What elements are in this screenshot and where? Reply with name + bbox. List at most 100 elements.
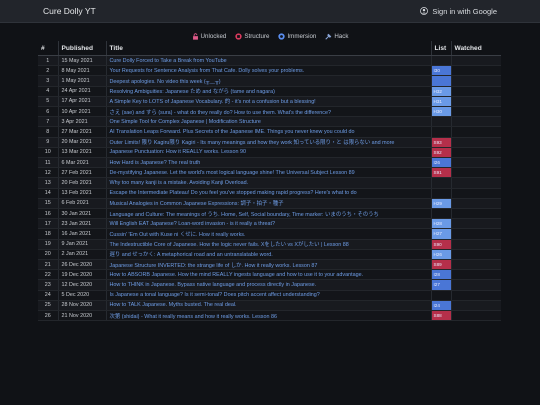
- table-row[interactable]: 4 24 Apr 2021 Resolving Ambiguities: Japan…: [38, 86, 501, 97]
- table-row[interactable]: 21 26 Dec 2020 Japanese Structure INVERTED…: [38, 259, 501, 271]
- table-row[interactable]: 12 27 Feb 2021 De-mystifying Japanese. Let…: [38, 167, 501, 179]
- row-title-link[interactable]: Is Japanese a tonal language? Is it semi…: [106, 290, 432, 301]
- row-title-link[interactable]: Escape the Intermediate Plateau! Do you …: [106, 188, 432, 199]
- sign-in-button[interactable]: Sign in with Google: [420, 7, 497, 16]
- row-watched-cell[interactable]: [451, 106, 501, 118]
- row-watched-cell[interactable]: [451, 279, 501, 291]
- row-title-link[interactable]: さえ (sae) and すら (sura) - what do they re…: [106, 106, 432, 118]
- list-badge[interactable]: S93: [431, 137, 450, 147]
- row-watched-cell[interactable]: [451, 177, 501, 189]
- row-watched-cell[interactable]: [451, 228, 501, 240]
- row-title-link[interactable]: Musical Analogies in Common Japanese Exp…: [106, 198, 432, 209]
- row-watched-cell[interactable]: [451, 188, 501, 199]
- table-row[interactable]: 15 6 Feb 2021 Musical Analogies in Common …: [38, 198, 501, 209]
- row-watched-cell[interactable]: [451, 167, 501, 179]
- table-row[interactable]: 16 30 Jan 2021 Language and Culture: The m…: [38, 208, 501, 220]
- row-watched-cell[interactable]: [451, 259, 501, 271]
- list-badge[interactable]: H28: [431, 219, 450, 228]
- row-title-link[interactable]: Will English EAT Japanese? Loan-word inv…: [106, 218, 432, 230]
- row-title-link[interactable]: Cure Dolly Forced to Take a Break from Y…: [106, 55, 432, 67]
- row-title-link[interactable]: Outer Limits! 限り Kagiru限り Kagiri - Its m…: [106, 137, 432, 148]
- row-watched-cell[interactable]: [451, 96, 501, 107]
- table-row[interactable]: 24 5 Dec 2020 Is Japanese a tonal language…: [38, 290, 501, 301]
- row-watched-cell[interactable]: [451, 137, 501, 148]
- table-row[interactable]: 8 27 Mar 2021 AI Translation Leaps Forward…: [38, 126, 501, 138]
- row-title-link[interactable]: Resolving Ambiguities: Japanese ため and な…: [106, 86, 432, 97]
- row-title-link[interactable]: Deepest apologies. No video this week (╥…: [106, 75, 432, 87]
- table-row[interactable]: 22 19 Dec 2020 How to ABSORB Japanese. How…: [38, 269, 501, 281]
- col-header-list[interactable]: List: [431, 41, 452, 56]
- row-watched-cell[interactable]: [451, 269, 501, 281]
- list-badge[interactable]: H26: [431, 249, 450, 259]
- row-title-link[interactable]: The Indestructible Core of Japanese. How…: [106, 239, 432, 250]
- table-row[interactable]: 28 May 2021 Your Requests for Sentence An…: [38, 65, 501, 77]
- row-title-link[interactable]: A Simple Key to LOTS of Japanese Vocabul…: [106, 96, 432, 107]
- row-watched-cell[interactable]: [451, 300, 501, 311]
- list-badge[interactable]: S92: [431, 147, 450, 157]
- row-title-link[interactable]: How Hard is Japanese? The real truth: [106, 157, 432, 169]
- col-header-published[interactable]: Published: [58, 41, 107, 56]
- row-watched-cell[interactable]: [451, 208, 501, 220]
- table-row[interactable]: 9 20 Mar 2021 Outer Limits! 限り Kagiru限り Ka…: [38, 137, 501, 148]
- legend-structure[interactable]: Structure: [235, 33, 269, 40]
- table-row[interactable]: 10 13 Mar 2021 Japanese Punctuation: How i…: [38, 147, 501, 158]
- list-badge[interactable]: H31: [431, 96, 450, 106]
- table-row[interactable]: 17 23 Jan 2021 Will English EAT Japanese? …: [38, 218, 501, 230]
- row-title-link[interactable]: AI Translation Leaps Forward. Plus Secre…: [106, 126, 432, 138]
- list-badge[interactable]: H27: [431, 229, 450, 239]
- row-watched-cell[interactable]: [451, 198, 501, 209]
- table-row[interactable]: 5 17 Apr 2021 A Simple Key to LOTS of Japa…: [38, 96, 501, 107]
- row-title-link[interactable]: Cussin' 'Em Out with Kuse ni くせに. How it…: [106, 228, 432, 240]
- table-row[interactable]: 11 6 Mar 2021 How Hard is Japanese? The re…: [38, 157, 501, 169]
- row-title-link[interactable]: Language and Culture: The meanings of うち…: [106, 208, 432, 220]
- list-badge[interactable]: S88: [431, 310, 450, 320]
- row-title-link[interactable]: One Simple Tool for Complex Japanese | M…: [106, 116, 432, 128]
- row-title-link[interactable]: How to ABSORB Japanese. How the mind REA…: [106, 269, 432, 281]
- col-header-number[interactable]: #: [38, 41, 59, 56]
- col-header-watched[interactable]: Watched: [451, 41, 501, 56]
- list-badge[interactable]: S89: [431, 259, 450, 269]
- list-badge[interactable]: I24: [431, 300, 450, 310]
- list-badge[interactable]: S90: [431, 239, 450, 249]
- row-watched-cell[interactable]: [451, 147, 501, 158]
- legend-immersion[interactable]: Immersion: [278, 33, 316, 40]
- list-badge[interactable]: H32: [431, 86, 450, 96]
- row-watched-cell[interactable]: [451, 75, 501, 87]
- table-row[interactable]: 1 15 May 2021 Cure Dolly Forced to Take a …: [38, 55, 501, 67]
- row-title-link[interactable]: How to THINK in Japanese. Bypass native …: [106, 279, 432, 291]
- row-watched-cell[interactable]: [451, 310, 501, 322]
- list-badge[interactable]: S91: [431, 168, 450, 177]
- row-title-link[interactable]: Your Requests for Sentence Analysis from…: [106, 65, 432, 77]
- table-row[interactable]: 73 Apr 2021 One Simple Tool for Complex J…: [38, 116, 501, 128]
- row-title-link[interactable]: Japanese Structure INVERTED: the strange…: [106, 259, 432, 271]
- table-row[interactable]: 14 13 Feb 2021 Escape the Intermediate Pla…: [38, 188, 501, 199]
- table-row[interactable]: 20 2 Jan 2021 遅り and せっかく: A metaphorical …: [38, 249, 501, 260]
- table-row[interactable]: 19 9 Jan 2021 The Indestructible Core of J…: [38, 239, 501, 250]
- row-watched-cell[interactable]: [451, 116, 501, 128]
- row-title-link[interactable]: Why too many kanji is a mistake. Avoidin…: [106, 177, 432, 189]
- row-watched-cell[interactable]: [451, 157, 501, 169]
- list-badge[interactable]: H29: [431, 198, 450, 208]
- row-watched-cell[interactable]: [451, 218, 501, 230]
- row-title-link[interactable]: De-mystifying Japanese. Let the world's …: [106, 167, 432, 179]
- row-watched-cell[interactable]: [451, 249, 501, 260]
- table-row[interactable]: 25 28 Nov 2020 How to TALK Japanese. Myths…: [38, 300, 501, 311]
- table-row[interactable]: 31 May 2021 Deepest apologies. No video t…: [38, 75, 501, 87]
- table-row[interactable]: 13 20 Feb 2021 Why too many kanji is a mis…: [38, 177, 501, 189]
- list-badge[interactable]: [431, 76, 450, 86]
- row-watched-cell[interactable]: [451, 55, 501, 67]
- row-title-link[interactable]: How to TALK Japanese. Myths busted. The …: [106, 300, 432, 311]
- list-badge[interactable]: H30: [431, 106, 450, 116]
- list-badge[interactable]: I26: [431, 157, 450, 167]
- table-row[interactable]: 23 12 Dec 2020 How to THINK in Japanese. B…: [38, 279, 501, 291]
- list-badge[interactable]: I28: [431, 270, 450, 279]
- table-row[interactable]: 6 10 Apr 2021 さえ (sae) and すら (sura) - wha…: [38, 106, 501, 118]
- row-watched-cell[interactable]: [451, 65, 501, 77]
- row-title-link[interactable]: 次第 (shidai) - What it really means and h…: [106, 310, 432, 322]
- legend-unlocked[interactable]: Unlocked: [192, 33, 226, 40]
- legend-hack[interactable]: Hack: [325, 33, 348, 40]
- table-row[interactable]: 26 21 Nov 2020 次第 (shidai) - What it reall…: [38, 310, 501, 322]
- list-badge[interactable]: I30: [431, 66, 450, 75]
- row-watched-cell[interactable]: [451, 86, 501, 97]
- row-watched-cell[interactable]: [451, 126, 501, 138]
